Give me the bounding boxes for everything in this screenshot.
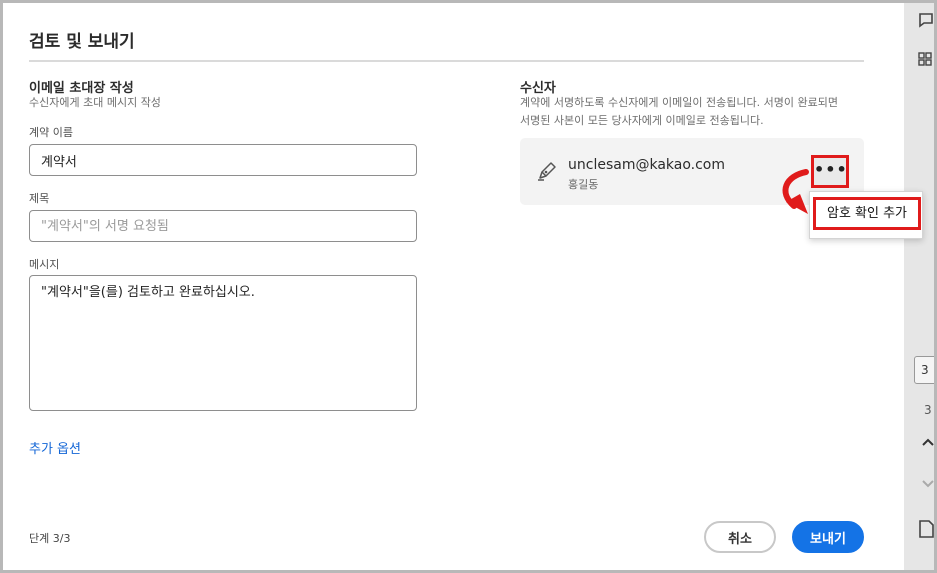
- subject-input[interactable]: [29, 210, 417, 242]
- comment-icon[interactable]: [918, 12, 934, 31]
- recipient-email: unclesam@kakao.com: [568, 157, 726, 173]
- page-count: 3: [924, 403, 932, 417]
- invite-subheading: 수신자에게 초대 메시지 작성: [29, 96, 161, 109]
- signature-pen-icon: [536, 158, 560, 182]
- recipient-name: 홍길동: [568, 178, 599, 191]
- more-options-link[interactable]: 추가 옵션: [29, 438, 81, 457]
- review-and-send-dialog: 검토 및 보내기 이메일 초대장 작성 수신자에게 초대 메시지 작성 계약 이…: [3, 3, 904, 570]
- agreement-name-input[interactable]: [29, 144, 417, 176]
- page-number-box[interactable]: 3: [914, 356, 937, 384]
- background-app-toolbar: 3 3: [904, 0, 937, 573]
- chevron-down-icon[interactable]: [922, 476, 934, 491]
- recipients-description-line1: 계약에 서명하도록 수신자에게 이메일이 전송됩니다. 서명이 완료되면: [520, 96, 838, 109]
- dialog-title: 검토 및 보내기: [29, 32, 135, 52]
- recipient-options-menu: 암호 확인 추가: [809, 191, 923, 239]
- grid-icon[interactable]: [918, 52, 932, 69]
- annotation-arrow-icon: [782, 169, 809, 214]
- add-password-verification-menu-item[interactable]: 암호 확인 추가: [813, 197, 921, 230]
- cancel-button[interactable]: 취소: [704, 521, 776, 553]
- recipients-description-line2: 서명된 사본이 모든 당사자에게 이메일로 전송됩니다.: [520, 114, 764, 127]
- document-icon[interactable]: [918, 520, 934, 541]
- title-divider: [29, 60, 864, 62]
- chevron-up-icon[interactable]: [922, 434, 934, 449]
- send-button[interactable]: 보내기: [792, 521, 864, 553]
- message-label: 메시지: [29, 258, 60, 271]
- step-indicator: 단계 3/3: [29, 532, 71, 545]
- subject-label: 제목: [29, 192, 50, 205]
- message-textarea[interactable]: "계약서"을(를) 검토하고 완료하십시오.: [29, 275, 417, 411]
- agreement-name-label: 계약 이름: [29, 126, 73, 139]
